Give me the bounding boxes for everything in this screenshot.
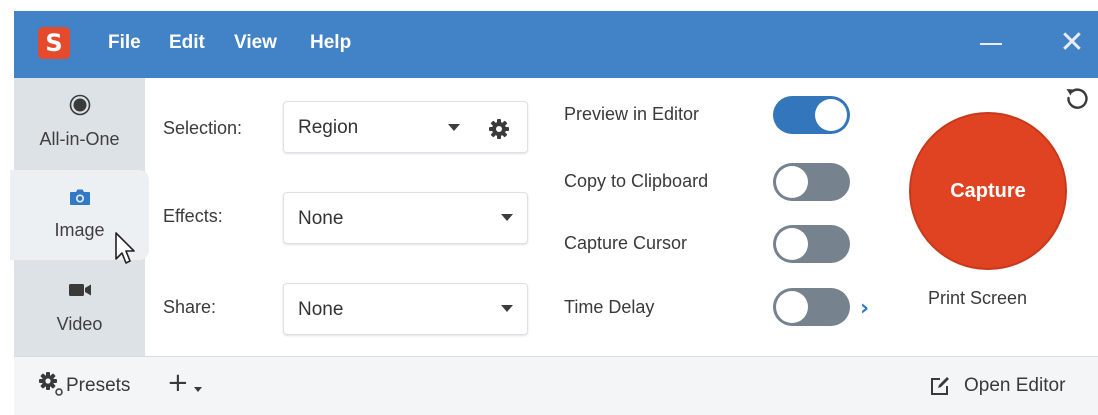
effects-label: Effects: bbox=[163, 206, 223, 226]
time-delay-label: Time Delay bbox=[564, 297, 655, 317]
menu-help[interactable]: Help bbox=[310, 32, 351, 54]
effects-value: None bbox=[298, 208, 344, 229]
share-value: None bbox=[298, 299, 344, 320]
selection-settings-gear-icon[interactable] bbox=[488, 118, 510, 140]
reset-icon[interactable] bbox=[1064, 86, 1090, 112]
capture-mode-tabs: All-in-One Image Video bbox=[10, 78, 149, 356]
share-label: Share: bbox=[163, 297, 217, 317]
tab-all-in-one-label: All-in-One bbox=[39, 129, 120, 149]
toggle-knob bbox=[776, 166, 808, 198]
bottom-bar: Presets + Open Editor bbox=[14, 356, 1098, 415]
minimize-icon[interactable] bbox=[980, 43, 1002, 45]
effects-dropdown[interactable]: None bbox=[283, 192, 528, 244]
close-icon[interactable]: ✕ bbox=[1054, 25, 1090, 61]
tab-video-label: Video bbox=[56, 314, 103, 334]
menu-file[interactable]: File bbox=[108, 32, 141, 54]
capture-button-label: Capture bbox=[950, 180, 1026, 202]
menu-edit[interactable]: Edit bbox=[169, 32, 205, 54]
chevron-down-icon bbox=[501, 214, 513, 221]
title-bar: S File Edit View Help ✕ bbox=[14, 11, 1098, 78]
selection-value: Region bbox=[298, 117, 359, 138]
capture-cursor-label: Capture Cursor bbox=[564, 233, 688, 253]
chevron-down-icon bbox=[501, 305, 513, 312]
time-delay-toggle[interactable] bbox=[773, 288, 850, 326]
menu-view[interactable]: View bbox=[234, 32, 277, 54]
copy-to-clipboard-toggle[interactable] bbox=[773, 163, 850, 201]
edit-icon[interactable] bbox=[928, 374, 952, 398]
tab-video[interactable]: Video bbox=[14, 266, 145, 356]
add-preset-button[interactable]: + bbox=[167, 368, 189, 398]
chevron-down-icon bbox=[448, 124, 460, 131]
time-delay-expand-chevron-icon[interactable]: › bbox=[860, 296, 869, 321]
radio-record-icon bbox=[69, 94, 90, 116]
share-dropdown[interactable]: None bbox=[283, 283, 528, 335]
preview-in-editor-toggle[interactable] bbox=[773, 96, 850, 134]
toggle-knob bbox=[776, 228, 808, 260]
presets-gear-icon[interactable] bbox=[38, 371, 64, 397]
capture-cursor-toggle[interactable] bbox=[773, 225, 850, 263]
chevron-down-icon[interactable] bbox=[194, 387, 202, 392]
app-logo-icon: S bbox=[38, 27, 70, 59]
selection-label: Selection: bbox=[163, 118, 243, 138]
copy-to-clipboard-label: Copy to Clipboard bbox=[564, 171, 709, 191]
tab-all-in-one[interactable]: All-in-One bbox=[14, 78, 145, 168]
presets-label[interactable]: Presets bbox=[66, 375, 130, 397]
open-editor-button[interactable]: Open Editor bbox=[964, 375, 1065, 397]
preview-in-editor-label: Preview in Editor bbox=[564, 104, 700, 124]
video-camera-icon bbox=[68, 284, 91, 296]
capture-button[interactable]: Capture bbox=[909, 112, 1067, 270]
mouse-pointer-icon bbox=[115, 232, 135, 264]
camera-icon bbox=[69, 189, 90, 205]
toggle-knob bbox=[776, 291, 808, 323]
toggle-knob bbox=[815, 99, 847, 131]
capture-window: S File Edit View Help ✕ All-in-One Image bbox=[0, 0, 1098, 415]
capture-hotkey-label: Print Screen bbox=[928, 288, 1028, 308]
